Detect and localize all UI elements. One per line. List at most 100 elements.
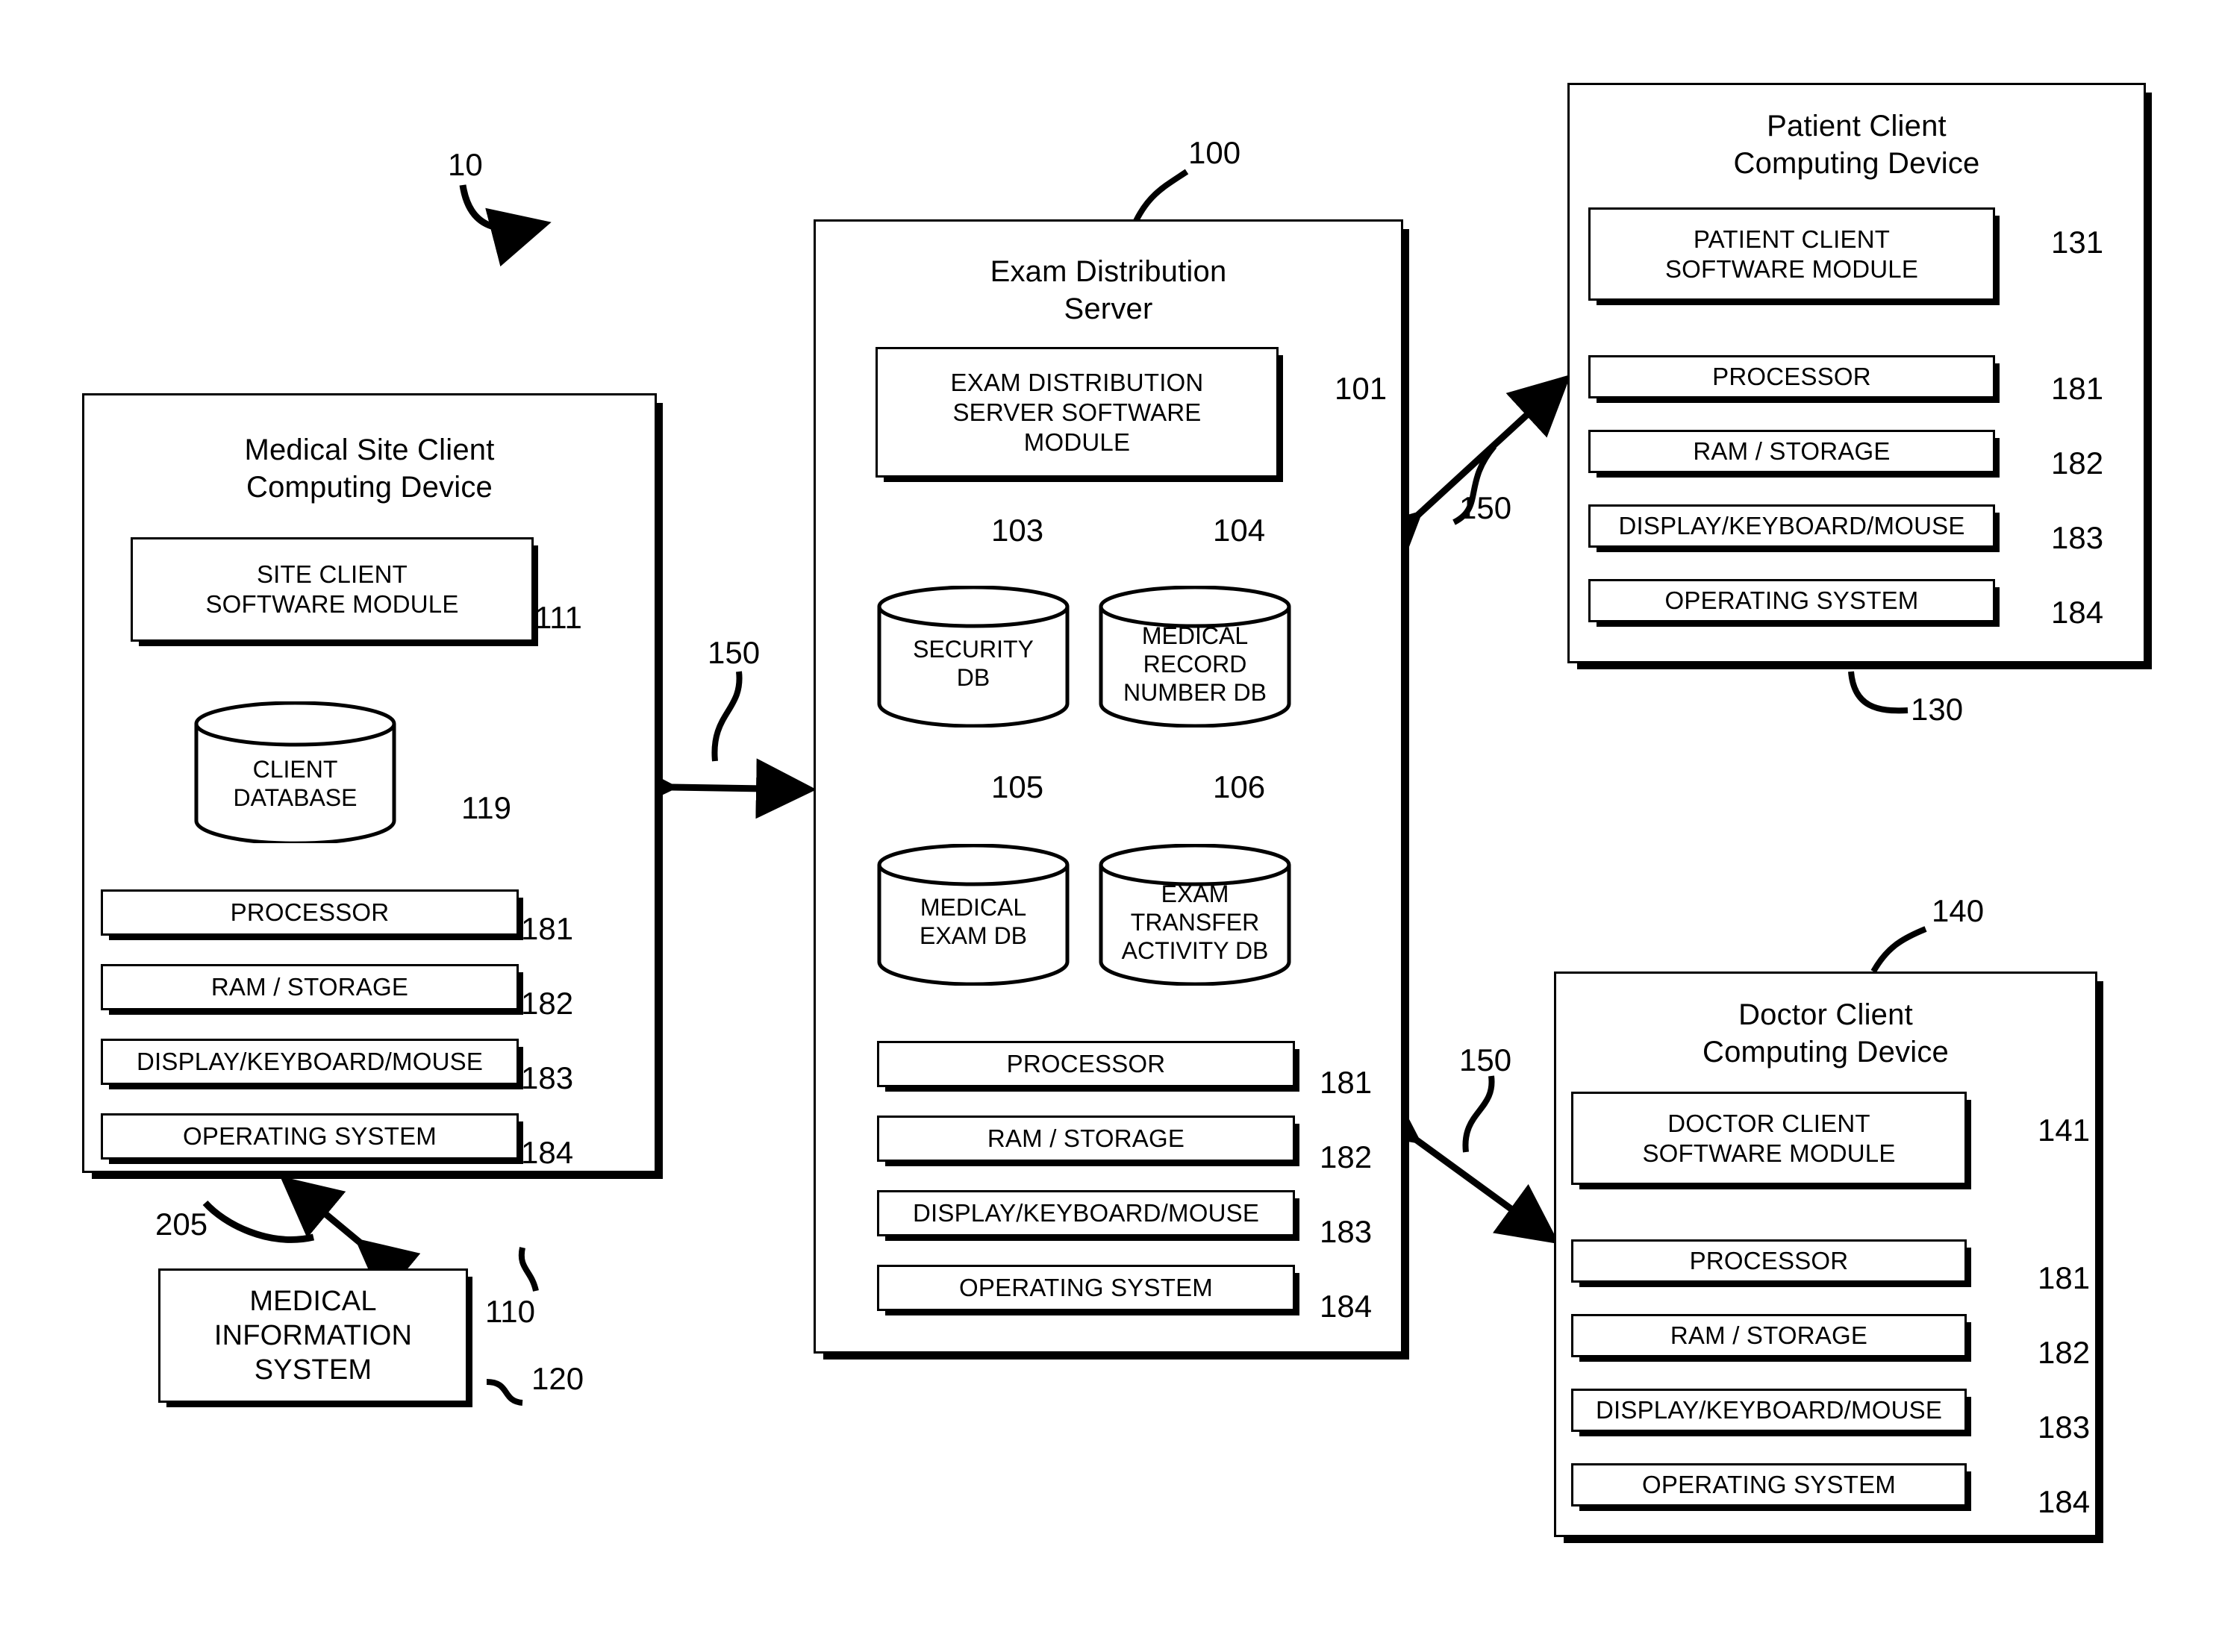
patient-client-hw-ram-storage[interactable]: RAM / STORAGE: [1588, 430, 2000, 478]
site-client-hw-display-keyboard-mouse[interactable]: DISPLAY/KEYBOARD/MOUSE: [101, 1039, 523, 1089]
numeral-150-server-patient: 150: [1459, 490, 1512, 525]
patient-client-software-module-line1: PATIENT CLIENT: [1693, 225, 1891, 253]
doctor-client-hw-processor[interactable]: PROCESSOR: [1571, 1239, 1971, 1287]
server-software-module[interactable]: EXAM DISTRIBUTION SERVER SOFTWARE MODULE: [876, 347, 1283, 482]
client-database-label-line1: CLIENT: [252, 756, 338, 783]
eta-db-label-line1: EXAM: [1161, 880, 1229, 907]
mis-label-line2: INFORMATION: [213, 1320, 413, 1351]
numeral-182-site: 182: [521, 986, 574, 1021]
medical-exam-db-label: MEDICAL EXAM DB: [876, 893, 1071, 950]
doctor-client-hw-display-keyboard-mouse-label: DISPLAY/KEYBOARD/MOUSE: [1595, 1396, 1943, 1424]
numeral-183-site: 183: [521, 1060, 574, 1095]
site-client-hw-ram-storage-label: RAM / STORAGE: [210, 973, 409, 1001]
doctor-client-hw-operating-system-label: OPERATING SYSTEM: [1642, 1471, 1896, 1498]
numeral-119: 119: [461, 790, 511, 825]
numeral-182-server: 182: [1320, 1139, 1373, 1174]
numeral-184-server: 184: [1320, 1289, 1373, 1324]
numeral-150-site-server: 150: [708, 635, 761, 670]
numeral-100: 100: [1188, 135, 1241, 170]
medical-record-number-db-cylinder[interactable]: MEDICAL RECORD NUMBER DB: [1097, 586, 1293, 728]
security-db-label: SECURITY DB: [876, 635, 1071, 692]
server-hw-operating-system[interactable]: OPERATING SYSTEM: [877, 1265, 1299, 1315]
site-client-hw-display-keyboard-mouse-label: DISPLAY/KEYBOARD/MOUSE: [136, 1048, 484, 1075]
server-hw-processor[interactable]: PROCESSOR: [877, 1041, 1299, 1092]
server-hw-operating-system-label: OPERATING SYSTEM: [959, 1274, 1213, 1301]
numeral-183-patient: 183: [2051, 520, 2104, 555]
patient-client-hw-operating-system[interactable]: OPERATING SYSTEM: [1588, 579, 2000, 627]
server-hw-display-keyboard-mouse[interactable]: DISPLAY/KEYBOARD/MOUSE: [877, 1190, 1299, 1241]
medical-exam-db-label-line2: EXAM DB: [919, 922, 1028, 949]
patient-client-hw-processor-label: PROCESSOR: [1712, 363, 1871, 390]
numeral-182-patient: 182: [2051, 445, 2104, 481]
site-client-software-module-line2: SOFTWARE MODULE: [205, 590, 459, 618]
numeral-183-server: 183: [1320, 1214, 1373, 1249]
numeral-110: 110: [485, 1294, 535, 1329]
numeral-141: 141: [2038, 1113, 2091, 1148]
medical-site-client-device: Medical Site Client Computing Device SIT…: [82, 393, 663, 1179]
numeral-150-server-doctor: 150: [1459, 1042, 1512, 1077]
server-title: Exam Distribution Server: [816, 253, 1401, 328]
numeral-181-patient: 181: [2051, 371, 2104, 406]
patient-client-title-line1: Patient Client: [1767, 110, 1947, 143]
site-client-software-module-line1: SITE CLIENT: [256, 560, 408, 588]
doctor-client-hw-ram-storage[interactable]: RAM / STORAGE: [1571, 1314, 1971, 1362]
patent-figure: 10 Medical Site Client Computing Device …: [0, 0, 2219, 1652]
server-software-module-line2: SERVER SOFTWARE: [952, 398, 1202, 426]
patient-client-software-module[interactable]: PATIENT CLIENT SOFTWARE MODULE: [1588, 207, 2000, 305]
server-software-module-line3: MODULE: [1023, 428, 1131, 456]
doctor-client-device: Doctor Client Computing Device DOCTOR CL…: [1554, 972, 2103, 1543]
eta-db-label-line2: TRANSFER: [1130, 909, 1260, 936]
numeral-205: 205: [155, 1207, 208, 1242]
numeral-105: 105: [991, 769, 1044, 804]
medical-exam-db-cylinder[interactable]: MEDICAL EXAM DB: [876, 844, 1071, 986]
site-client-hw-ram-storage[interactable]: RAM / STORAGE: [101, 964, 523, 1015]
patient-client-hw-display-keyboard-mouse-label: DISPLAY/KEYBOARD/MOUSE: [1618, 512, 1965, 539]
server-hw-ram-storage[interactable]: RAM / STORAGE: [877, 1116, 1299, 1166]
doctor-client-hw-processor-label: PROCESSOR: [1689, 1247, 1849, 1274]
client-database-label: CLIENT DATABASE: [193, 755, 398, 812]
doctor-client-hw-operating-system[interactable]: OPERATING SYSTEM: [1571, 1463, 1971, 1511]
mrn-db-label-line3: NUMBER DB: [1123, 679, 1267, 706]
site-client-hw-processor-label: PROCESSOR: [230, 898, 390, 926]
client-database-cylinder[interactable]: CLIENT DATABASE: [193, 701, 398, 843]
doctor-client-title: Doctor Client Computing Device: [1556, 996, 2095, 1071]
site-client-hw-processor[interactable]: PROCESSOR: [101, 889, 523, 940]
patient-client-software-module-line2: SOFTWARE MODULE: [1664, 254, 1919, 283]
site-client-hw-operating-system-label: OPERATING SYSTEM: [183, 1122, 437, 1150]
site-client-title: Medical Site Client Computing Device: [84, 431, 655, 506]
doctor-client-hw-display-keyboard-mouse[interactable]: DISPLAY/KEYBOARD/MOUSE: [1571, 1389, 1971, 1436]
numeral-131: 131: [2051, 225, 2104, 260]
numeral-120: 120: [531, 1361, 584, 1396]
patient-client-hw-display-keyboard-mouse[interactable]: DISPLAY/KEYBOARD/MOUSE: [1588, 504, 2000, 552]
mrn-db-label-line2: RECORD: [1143, 651, 1247, 678]
server-title-line1: Exam Distribution: [990, 255, 1227, 288]
server-software-module-line1: EXAM DISTRIBUTION: [950, 368, 1204, 396]
numeral-184-site: 184: [521, 1135, 574, 1170]
doctor-client-title-line2: Computing Device: [1702, 1036, 1950, 1069]
site-client-hw-operating-system[interactable]: OPERATING SYSTEM: [101, 1113, 523, 1164]
mis-label-line1: MEDICAL: [249, 1286, 377, 1317]
numeral-181-server: 181: [1320, 1065, 1373, 1100]
doctor-client-software-module[interactable]: DOCTOR CLIENT SOFTWARE MODULE: [1571, 1092, 1971, 1189]
security-db-label-line2: DB: [956, 664, 990, 691]
numeral-181-doctor: 181: [2038, 1260, 2091, 1295]
numeral-182-doctor: 182: [2038, 1335, 2091, 1370]
numeral-140: 140: [1932, 893, 1985, 928]
doctor-client-hw-ram-storage-label: RAM / STORAGE: [1670, 1321, 1868, 1349]
numeral-101: 101: [1335, 371, 1388, 406]
medical-record-number-db-label: MEDICAL RECORD NUMBER DB: [1097, 622, 1293, 707]
server-hw-processor-label: PROCESSOR: [1006, 1050, 1166, 1077]
doctor-client-software-module-line1: DOCTOR CLIENT: [1667, 1109, 1870, 1137]
medical-information-system[interactable]: MEDICAL INFORMATION SYSTEM: [158, 1268, 472, 1407]
site-client-title-line1: Medical Site Client: [244, 434, 495, 466]
mis-label-line3: SYSTEM: [254, 1354, 372, 1386]
figure-numeral-10: 10: [448, 147, 483, 182]
patient-client-hw-processor[interactable]: PROCESSOR: [1588, 355, 2000, 403]
eta-db-label-line3: ACTIVITY DB: [1121, 937, 1269, 964]
mrn-db-label-line1: MEDICAL: [1141, 622, 1249, 649]
site-client-software-module[interactable]: SITE CLIENT SOFTWARE MODULE: [131, 537, 538, 646]
patient-client-title: Patient Client Computing Device: [1570, 107, 2144, 182]
numeral-184-doctor: 184: [2038, 1484, 2091, 1519]
security-db-cylinder[interactable]: SECURITY DB: [876, 586, 1071, 728]
exam-transfer-activity-db-cylinder[interactable]: EXAM TRANSFER ACTIVITY DB: [1097, 844, 1293, 986]
